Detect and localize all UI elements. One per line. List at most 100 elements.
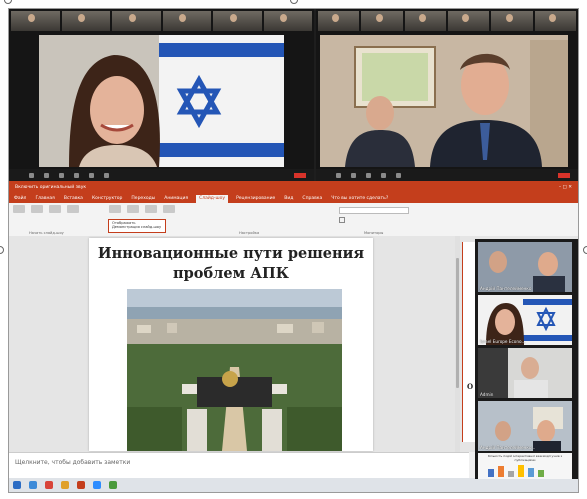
participant-tile-3[interactable]: Admin bbox=[478, 348, 572, 398]
participant-thumb[interactable] bbox=[361, 11, 403, 31]
tab-review[interactable]: Рецензирование bbox=[235, 195, 276, 203]
custom-show-button[interactable] bbox=[67, 205, 79, 213]
start-icon[interactable] bbox=[13, 481, 21, 489]
zoom-icon[interactable] bbox=[93, 481, 101, 489]
tab-view[interactable]: Вид bbox=[283, 195, 294, 203]
original-sound-toggle[interactable]: Включить оригинальный звук bbox=[15, 185, 86, 190]
share-screen-icon[interactable] bbox=[396, 172, 401, 178]
participant-thumb[interactable] bbox=[11, 11, 60, 31]
current-slide[interactable]: Инновационные пути решения проблем АПК bbox=[89, 238, 373, 451]
browser-icon[interactable] bbox=[29, 481, 37, 489]
tile-video bbox=[478, 348, 572, 398]
participant-name: Israel Europe Econo... bbox=[480, 339, 526, 344]
participant-thumb[interactable] bbox=[263, 11, 312, 31]
ribbon-group-start bbox=[13, 205, 79, 215]
next-slide-text: О bbox=[467, 382, 474, 391]
app-icon[interactable] bbox=[45, 481, 53, 489]
chat-icon[interactable] bbox=[381, 172, 386, 178]
participant-thumb[interactable] bbox=[213, 11, 262, 31]
slide-title[interactable]: Инновационные пути решения проблем АПК bbox=[89, 244, 373, 284]
group-label-start: Начать слайд-шоу bbox=[29, 231, 64, 235]
tab-help[interactable]: Справка bbox=[301, 195, 323, 203]
ppt-titlebar: Включить оригинальный звук – □ ✕ bbox=[9, 181, 578, 193]
video-frame-woman bbox=[39, 35, 284, 167]
participant-tile-1[interactable]: Андрій Пантелейменко bbox=[478, 242, 572, 292]
selection-handle-ml[interactable] bbox=[0, 246, 4, 254]
participants-icon[interactable] bbox=[59, 172, 64, 178]
zoom-toolbar-left bbox=[9, 169, 314, 181]
photo-haifa-gardens bbox=[127, 289, 342, 451]
selection-handle-tm[interactable] bbox=[290, 0, 298, 4]
tab-home[interactable]: Главная bbox=[34, 195, 55, 203]
participant-name: Admin bbox=[480, 392, 494, 397]
from-current-button[interactable] bbox=[31, 205, 43, 213]
dropdown-option[interactable]: Демонстрация слайд-шоу bbox=[112, 225, 162, 229]
chat-icon[interactable] bbox=[74, 172, 79, 178]
mic-icon[interactable] bbox=[336, 172, 341, 178]
scroll-thumb[interactable] bbox=[456, 258, 459, 388]
chart-caption: Кількість подій інтерактивної взаємодії … bbox=[487, 454, 563, 462]
setup-slideshow-button[interactable] bbox=[109, 205, 121, 213]
notes-pane[interactable]: Щелкните, чтобы добавить заметки bbox=[9, 452, 469, 478]
ribbon-group-setup bbox=[109, 205, 175, 215]
tab-design[interactable]: Конструктор bbox=[91, 195, 123, 203]
record-icon[interactable] bbox=[104, 172, 109, 178]
selection-handle-tl[interactable] bbox=[4, 0, 12, 4]
participant-thumb[interactable] bbox=[162, 11, 211, 31]
participants-icon[interactable] bbox=[366, 172, 371, 178]
end-meeting-button[interactable] bbox=[294, 172, 306, 178]
powerpoint-window: Включить оригинальный звук – □ ✕ Файл Гл… bbox=[9, 181, 578, 492]
tab-slideshow[interactable]: Слайд-шоу bbox=[196, 195, 229, 203]
share-screen-icon[interactable] bbox=[89, 172, 94, 178]
shared-chart-thumbnail[interactable]: Кількість подій інтерактивної взаємодії … bbox=[478, 453, 572, 479]
mic-icon[interactable] bbox=[29, 172, 34, 178]
ribbon: Начать слайд-шоу Отображать Демонстрация… bbox=[9, 203, 578, 237]
camera-icon[interactable] bbox=[351, 172, 356, 178]
slide-scrollbar[interactable] bbox=[455, 236, 460, 452]
record-slideshow-button[interactable] bbox=[163, 205, 175, 213]
participant-strip bbox=[318, 11, 576, 31]
tile-video bbox=[478, 295, 572, 345]
tab-transitions[interactable]: Переходы bbox=[130, 195, 156, 203]
participant-thumb[interactable] bbox=[534, 11, 576, 31]
participant-thumb[interactable] bbox=[318, 11, 360, 31]
end-meeting-button[interactable] bbox=[558, 172, 570, 178]
folder-icon[interactable] bbox=[61, 481, 69, 489]
tell-me-search[interactable]: Что вы хотите сделать? bbox=[330, 195, 389, 203]
selection-handle-mr[interactable] bbox=[583, 246, 587, 254]
presenter-view-checkbox[interactable] bbox=[339, 217, 345, 223]
participant-thumb[interactable] bbox=[447, 11, 490, 31]
speaker-video-woman bbox=[39, 35, 284, 167]
window-controls[interactable]: – □ ✕ bbox=[559, 185, 572, 190]
participant-thumb[interactable] bbox=[491, 11, 533, 31]
video-frame-office bbox=[320, 35, 568, 167]
participant-thumb[interactable] bbox=[61, 11, 110, 31]
group-label-monitors: Мониторы bbox=[364, 231, 384, 235]
zoom-window-left bbox=[9, 9, 314, 181]
zoom-gallery-panel: Андрій Пантелейменко Israel Europe Econo… bbox=[475, 239, 578, 479]
participant-thumb[interactable] bbox=[112, 11, 161, 31]
participant-tile-4[interactable]: Андрій Пантелейменко... bbox=[478, 401, 572, 451]
participant-thumb[interactable] bbox=[404, 11, 446, 31]
powerpoint-icon[interactable] bbox=[77, 481, 85, 489]
tile-video bbox=[478, 401, 572, 451]
ribbon-group-monitors bbox=[339, 207, 409, 223]
group-label-setup: Настройка bbox=[239, 231, 260, 235]
present-online-button[interactable] bbox=[49, 205, 61, 213]
display-dropdown[interactable]: Отображать Демонстрация слайд-шоу bbox=[108, 219, 166, 233]
from-beginning-button[interactable] bbox=[13, 205, 25, 213]
camera-icon[interactable] bbox=[44, 172, 49, 178]
participant-tile-2[interactable]: Israel Europe Econo... bbox=[478, 295, 572, 345]
zoom-toolbar-right bbox=[316, 169, 578, 181]
tab-insert[interactable]: Вставка bbox=[63, 195, 84, 203]
monitor-select[interactable] bbox=[339, 207, 409, 214]
screenshot-frame: Включить оригинальный звук – □ ✕ Файл Гл… bbox=[8, 8, 579, 493]
tab-animations[interactable]: Анимация bbox=[163, 195, 189, 203]
hide-slide-button[interactable] bbox=[127, 205, 139, 213]
participant-strip bbox=[11, 11, 312, 31]
tab-file[interactable]: Файл bbox=[13, 195, 27, 203]
rehearse-timings-button[interactable] bbox=[145, 205, 157, 213]
excel-icon[interactable] bbox=[109, 481, 117, 489]
ribbon-tabs: Файл Главная Вставка Конструктор Переход… bbox=[9, 193, 578, 203]
slide-photo[interactable] bbox=[127, 289, 342, 451]
